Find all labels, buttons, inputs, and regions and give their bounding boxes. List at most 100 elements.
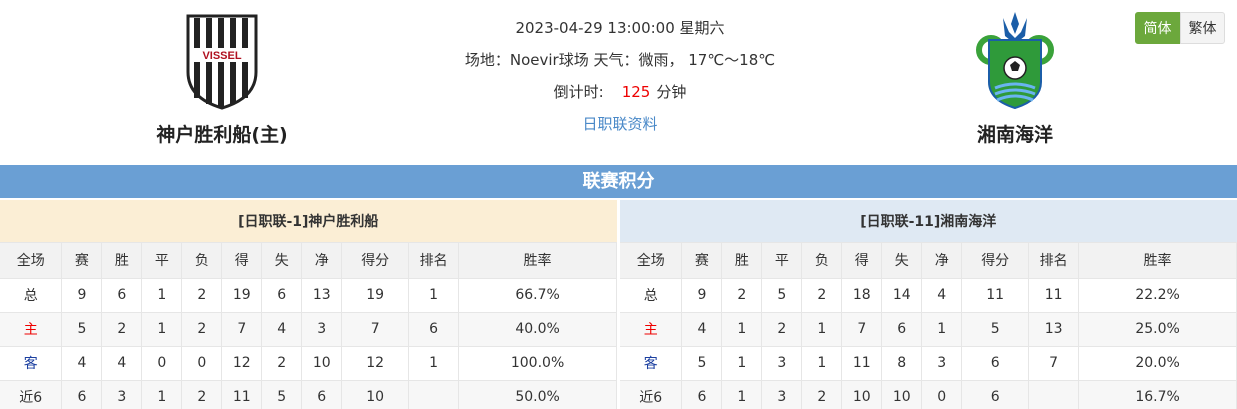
cell-goals-for: 11	[221, 380, 263, 409]
cell-draws: 1	[141, 278, 183, 313]
cell-goals-for: 18	[841, 278, 883, 313]
col-header: 负	[181, 242, 223, 279]
col-header: 全场	[0, 242, 63, 279]
cell-goals-against: 5	[261, 380, 303, 409]
col-header: 得分	[341, 242, 410, 279]
col-header: 平	[761, 242, 803, 279]
cell-win-rate: 100.0%	[458, 346, 617, 381]
away-team-name[interactable]: 湘南海洋	[865, 120, 1165, 147]
away-team-logo[interactable]	[955, 5, 1075, 115]
col-header: 得	[221, 242, 263, 279]
league-info-link[interactable]: 日职联资料	[582, 115, 657, 133]
language-switch: 简体 繁体	[1135, 12, 1225, 44]
cell-goal-diff: 0	[921, 380, 963, 409]
col-header: 全场	[620, 242, 683, 279]
cell-points: 5	[961, 312, 1030, 347]
row-label: 主	[620, 312, 683, 347]
away-standings-table: [日职联-11]湘南海洋 全场 赛 胜 平 负 得 失 净 得分 排名 胜率 总…	[620, 200, 1237, 409]
simplified-chinese-button[interactable]: 简体	[1135, 12, 1180, 44]
cell-rank: 11	[1028, 278, 1080, 313]
col-header: 赛	[681, 242, 723, 279]
cell-draws: 1	[141, 380, 183, 409]
cell-points: 7	[341, 312, 410, 347]
col-header: 排名	[1028, 242, 1080, 279]
row-label: 总	[620, 278, 683, 313]
table-row: 主 4 1 2 1 7 6 1 5 13 25.0%	[620, 312, 1237, 347]
row-label: 客	[620, 346, 683, 381]
table-row: 客 4 4 0 0 12 2 10 12 1 100.0%	[0, 346, 617, 381]
cell-points: 11	[961, 278, 1030, 313]
cell-rank: 13	[1028, 312, 1080, 347]
row-label: 客	[0, 346, 63, 381]
cell-wins: 1	[721, 346, 763, 381]
cell-draws: 3	[761, 380, 803, 409]
col-header: 胜	[101, 242, 143, 279]
match-header: VISSEL 神户胜利船(主) 2023-04-29 13:00:00 星期六 …	[0, 0, 1237, 165]
cell-goal-diff: 13	[301, 278, 343, 313]
row-label: 总	[0, 278, 63, 313]
cell-losses: 1	[801, 312, 843, 347]
standings-section-title: 联赛积分	[0, 165, 1237, 198]
cell-rank: 7	[1028, 346, 1080, 381]
col-header: 胜	[721, 242, 763, 279]
traditional-chinese-button[interactable]: 繁体	[1180, 12, 1225, 44]
cell-played: 9	[61, 278, 103, 313]
cell-draws: 0	[141, 346, 183, 381]
cell-wins: 2	[101, 312, 143, 347]
col-header: 失	[881, 242, 923, 279]
cell-losses: 2	[181, 278, 223, 313]
row-label: 主	[0, 312, 63, 347]
cell-played: 9	[681, 278, 723, 313]
col-header: 平	[141, 242, 183, 279]
row-label: 近6	[620, 380, 683, 409]
cell-goals-for: 19	[221, 278, 263, 313]
cell-played: 6	[61, 380, 103, 409]
cell-goal-diff: 10	[301, 346, 343, 381]
cell-draws: 1	[141, 312, 183, 347]
cell-losses: 0	[181, 346, 223, 381]
cell-played: 6	[681, 380, 723, 409]
cell-played: 4	[681, 312, 723, 347]
cell-goals-for: 11	[841, 346, 883, 381]
cell-win-rate: 66.7%	[458, 278, 617, 313]
cell-win-rate: 40.0%	[458, 312, 617, 347]
cell-goals-for: 7	[841, 312, 883, 347]
cell-losses: 2	[801, 380, 843, 409]
countdown-value: 125	[621, 83, 651, 101]
cell-points: 19	[341, 278, 410, 313]
cell-losses: 2	[181, 312, 223, 347]
away-team: 湘南海洋	[865, 0, 1165, 147]
col-header: 得分	[961, 242, 1030, 279]
cell-goals-against: 14	[881, 278, 923, 313]
cell-losses: 2	[801, 278, 843, 313]
home-team-name[interactable]: 神户胜利船(主)	[72, 120, 372, 147]
cell-rank: 1	[408, 346, 460, 381]
cell-goal-diff: 3	[301, 312, 343, 347]
home-standings-table: [日职联-1]神户胜利船 全场 赛 胜 平 负 得 失 净 得分 排名 胜率 总…	[0, 200, 617, 409]
match-countdown: 倒计时: 125 分钟	[420, 78, 820, 110]
cell-goal-diff: 3	[921, 346, 963, 381]
cell-goals-against: 10	[881, 380, 923, 409]
cell-rank	[1028, 380, 1080, 409]
cell-rank	[408, 380, 460, 409]
table-row: 总 9 2 5 2 18 14 4 11 11 22.2%	[620, 278, 1237, 313]
table-row: 主 5 2 1 2 7 4 3 7 6 40.0%	[0, 312, 617, 347]
table-row: 近6 6 1 3 2 10 10 0 6 16.7%	[620, 380, 1237, 409]
match-venue-weather: 场地：Noevir球场 天气：微雨， 17℃～18℃	[464, 51, 776, 69]
cell-points: 10	[341, 380, 410, 409]
countdown-label: 倒计时:	[553, 83, 604, 101]
cell-points: 12	[341, 346, 410, 381]
cell-wins: 2	[721, 278, 763, 313]
col-header: 胜率	[1078, 242, 1237, 279]
cell-goals-against: 2	[261, 346, 303, 381]
cell-draws: 2	[761, 312, 803, 347]
home-table-title: [日职联-1]神户胜利船	[0, 200, 617, 243]
cell-rank: 1	[408, 278, 460, 313]
cell-wins: 1	[721, 380, 763, 409]
cell-wins: 1	[721, 312, 763, 347]
cell-played: 4	[61, 346, 103, 381]
cell-goals-against: 4	[261, 312, 303, 347]
home-team-logo[interactable]: VISSEL	[162, 5, 282, 115]
col-header: 净	[301, 242, 343, 279]
cell-points: 6	[961, 380, 1030, 409]
